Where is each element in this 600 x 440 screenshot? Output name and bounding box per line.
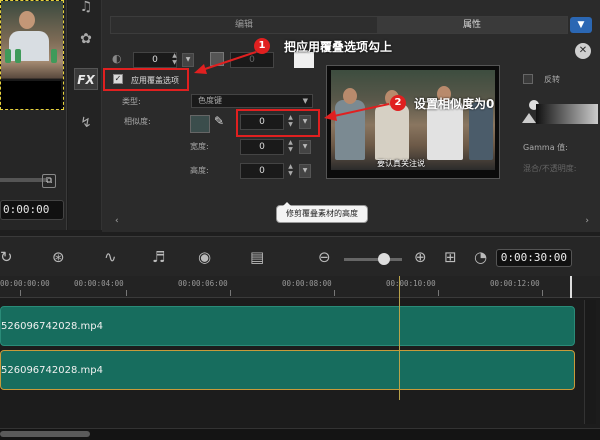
spin-top-1-arrows[interactable]: ▲ ▼ <box>170 52 179 68</box>
invert-checkbox[interactable] <box>523 74 533 84</box>
project-end-marker[interactable] <box>570 276 572 298</box>
blend-label: 混合/不透明度: <box>523 164 577 173</box>
type-select-value: 色度键 <box>198 96 222 105</box>
height-menu[interactable]: ▼ <box>299 164 311 178</box>
key-color-swatch[interactable] <box>190 115 210 133</box>
mix-icon[interactable]: ◉ <box>198 248 211 266</box>
video-clip[interactable]: 526096742028.mp4 <box>0 306 575 346</box>
options-scrollbar[interactable]: ‹ › <box>115 216 589 228</box>
ruler-label: 00:00:00:00 <box>0 279 50 288</box>
clip-name: 526096742028.mp4 <box>1 321 103 332</box>
tool-strip: ♫ ✿ FX ↯ <box>68 0 102 230</box>
ruler-tick <box>542 290 543 296</box>
preview-timecode[interactable]: 0:00:00 <box>0 200 64 220</box>
right-controls <box>500 65 598 215</box>
width-menu[interactable]: ▼ <box>299 140 311 154</box>
ruler-tick <box>20 290 21 296</box>
timeline-timecode[interactable]: 0:00:30:00 <box>496 249 572 267</box>
overlay-clip[interactable]: 526096742028.mp4 <box>0 350 575 390</box>
ruler-tick <box>126 290 127 296</box>
ruler-tick <box>230 290 231 296</box>
annotation-2-text: 设置相似度为0 <box>414 97 495 111</box>
clip-name: 526096742028.mp4 <box>1 365 103 376</box>
horizontal-scrollbar[interactable] <box>0 428 600 440</box>
preview-letterbox <box>1 81 61 109</box>
gamma-label: Gamma 值: <box>523 143 568 152</box>
ruler-tick <box>334 290 335 296</box>
ruler-label: 00:00:06:00 <box>178 279 228 288</box>
width-label: 宽度: <box>190 142 209 151</box>
preview-video[interactable] <box>0 0 64 110</box>
invert-label: 反转 <box>544 75 560 84</box>
type-select[interactable]: 色度键 ▼ <box>191 94 313 108</box>
overlay-preview-caption: 要认真关注说 <box>377 159 425 168</box>
ruler-label: 00:00:12:00 <box>490 279 540 288</box>
ruler-label: 00:00:08:00 <box>282 279 332 288</box>
fx-tool-icon[interactable]: FX <box>74 68 98 90</box>
motion-path-icon[interactable]: ↯ <box>74 112 98 134</box>
preview-person-face <box>19 11 35 29</box>
layer-icon: ◐ <box>112 52 122 65</box>
preview-bottle <box>51 49 57 63</box>
horizontal-scroll-thumb[interactable] <box>0 431 90 437</box>
ruler-label: 00:00:04:00 <box>74 279 124 288</box>
preview-frame <box>1 1 63 109</box>
height-arrows[interactable]: ▲ ▼ <box>286 163 295 179</box>
annotation-2-number: 2 <box>390 95 406 111</box>
annotation-2-arrow <box>324 103 390 121</box>
similarity-label: 相似度: <box>124 117 151 126</box>
preview-bottle <box>15 49 21 63</box>
chevron-down-icon[interactable]: ▼ <box>570 17 592 33</box>
annotation-1-text: 把应用覆叠选项勾上 <box>284 40 393 54</box>
record-capture-icon[interactable]: ⊛ <box>52 248 65 266</box>
type-label: 类型: <box>122 97 141 106</box>
eyedropper-icon[interactable]: ✎ <box>214 114 228 134</box>
undo-icon[interactable]: ↻ <box>0 248 13 266</box>
tab-attributes[interactable]: 属性 <box>377 17 567 33</box>
vertical-scrollbar[interactable] <box>584 300 596 424</box>
annotation-1-arrow <box>194 51 257 74</box>
options-tabs: 编辑 属性 <box>110 16 568 34</box>
expand-preview-icon[interactable]: ⧉ <box>42 174 56 188</box>
zoom-out-icon[interactable]: ⊖ <box>318 248 331 266</box>
highlight-box-1 <box>103 68 189 91</box>
music-icon[interactable]: ♬ <box>152 248 165 266</box>
scroll-left-icon[interactable]: ‹ <box>115 216 119 226</box>
zoom-in-icon[interactable]: ⊕ <box>414 248 427 266</box>
transition-tool-icon[interactable]: ✿ <box>74 28 98 50</box>
height-label: 高度: <box>190 166 209 175</box>
zoom-slider-knob[interactable] <box>378 253 390 265</box>
height-spin[interactable]: 0 <box>240 163 284 179</box>
subtitle-icon[interactable]: ▤ <box>250 248 264 266</box>
chevron-down-icon: ▼ <box>302 97 308 105</box>
scroll-right-icon[interactable]: › <box>585 216 589 226</box>
preview-bottle <box>5 49 11 63</box>
highlight-box-2 <box>236 109 320 137</box>
audio-wave-icon[interactable]: ∿ <box>104 248 117 266</box>
clock-icon[interactable]: ◔ <box>474 248 487 266</box>
playhead[interactable] <box>399 276 400 400</box>
close-icon[interactable]: ✕ <box>575 43 591 59</box>
tab-edit[interactable]: 编辑 <box>111 17 377 33</box>
ruler-tick <box>438 290 439 296</box>
width-spin[interactable]: 0 <box>240 139 284 155</box>
zoom-slider[interactable] <box>344 258 402 261</box>
audio-tool-icon[interactable]: ♫ <box>74 0 98 18</box>
ruler-label: 00:00:10:00 <box>386 279 436 288</box>
gamma-gradient <box>536 104 598 124</box>
preview-progress-bar[interactable] <box>0 178 46 182</box>
fit-project-icon[interactable]: ⊞ <box>444 248 457 266</box>
width-arrows[interactable]: ▲ ▼ <box>286 139 295 155</box>
